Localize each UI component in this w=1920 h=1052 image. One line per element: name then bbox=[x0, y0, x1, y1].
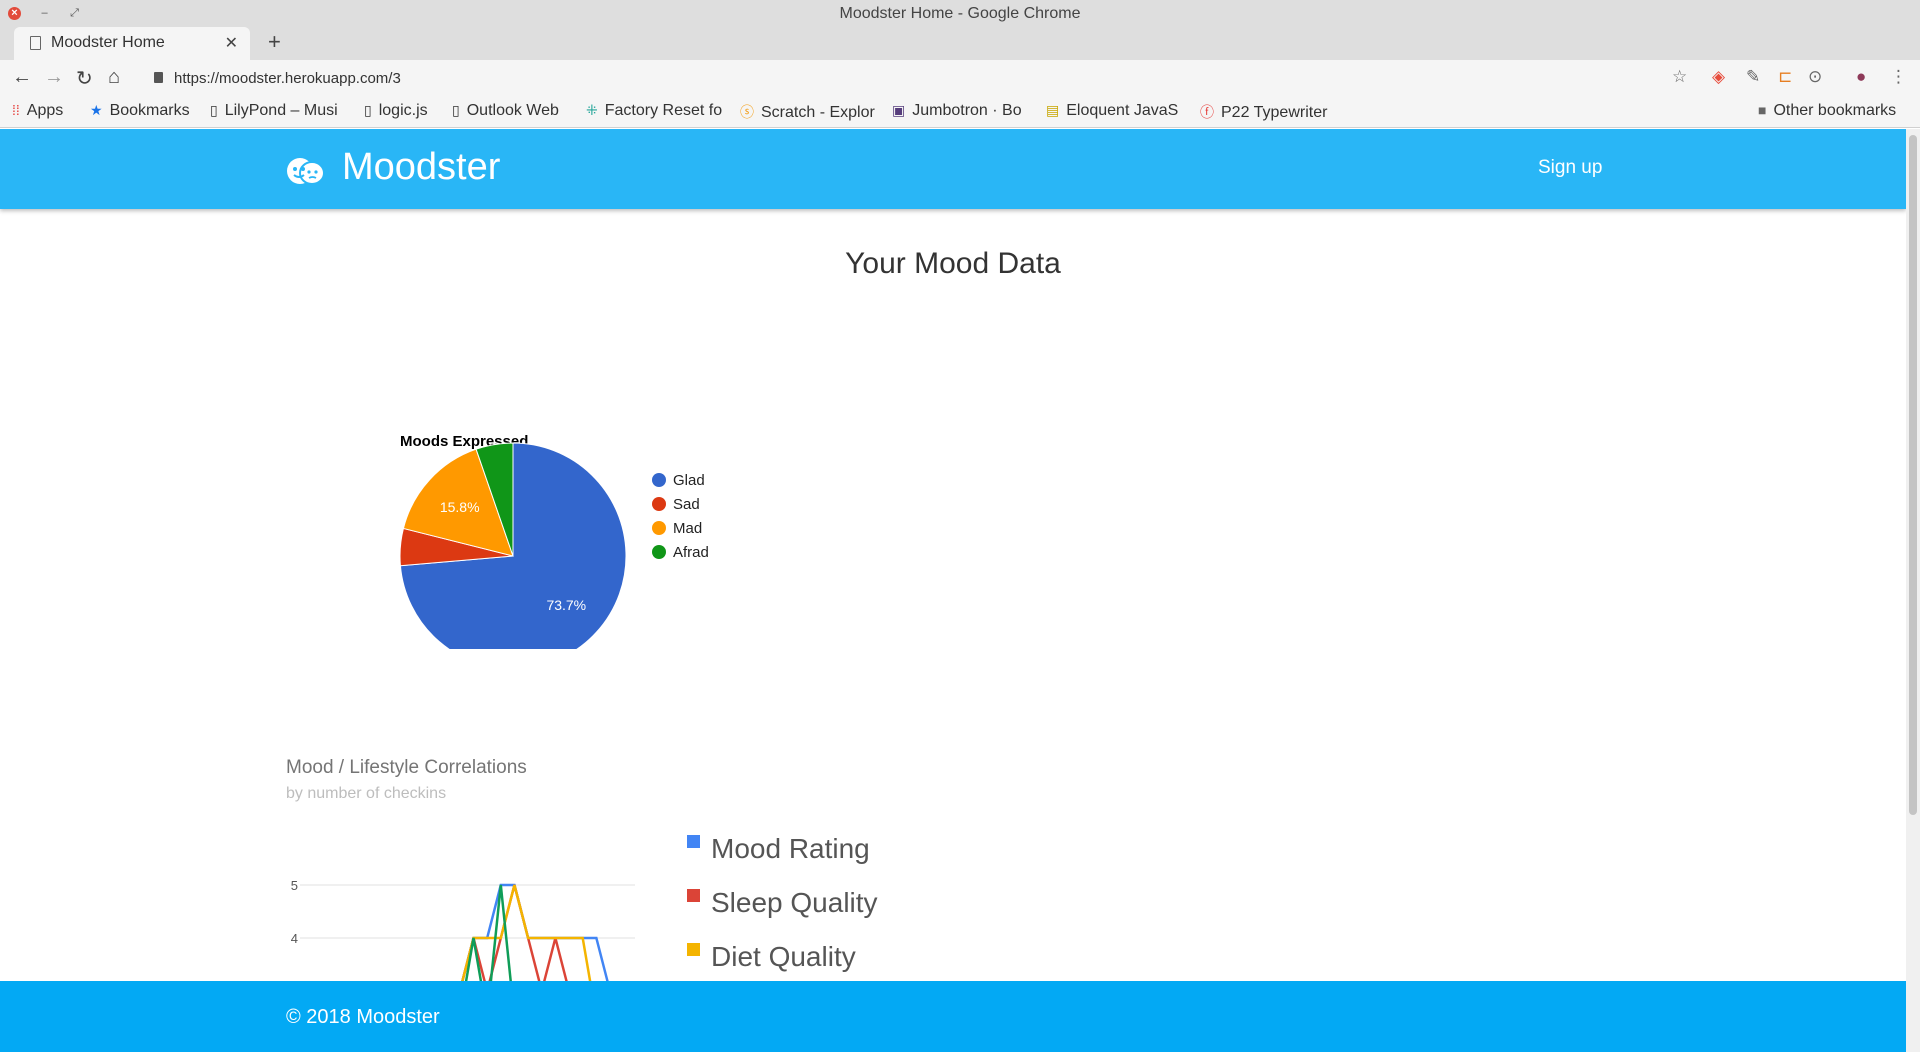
extension-icon[interactable]: ◈ bbox=[1712, 67, 1725, 87]
bookmark-apps[interactable]: ⁞⁞ Apps bbox=[12, 102, 76, 120]
back-icon[interactable]: ← bbox=[12, 66, 32, 89]
legend-marker bbox=[652, 473, 666, 487]
moods-pie-chart: Moods Expressed 73.7% 15.8% Glad Sad Mad Afrad bbox=[380, 349, 830, 670]
pie-slice-label: 15.8% bbox=[440, 499, 480, 515]
page-icon: ▯ bbox=[364, 102, 372, 118]
legend-label[interactable]: Sleep Quality bbox=[711, 887, 878, 918]
page-icon bbox=[30, 36, 41, 50]
scrollbar-thumb[interactable] bbox=[1909, 135, 1917, 815]
page-title: Your Mood Data bbox=[845, 247, 1061, 280]
bookmark-other[interactable]: ■ Other bookmarks bbox=[1758, 102, 1918, 120]
menu-kebab-icon[interactable]: ⋮ bbox=[1890, 67, 1907, 87]
page-scrollbar[interactable] bbox=[1906, 129, 1920, 1052]
window-titlebar: × – ⤢ Moodster Home - Google Chrome bbox=[0, 0, 1920, 27]
bootstrap-icon: ▣ bbox=[892, 102, 906, 118]
forward-icon[interactable]: → bbox=[44, 66, 64, 89]
legend-label-mad[interactable]: Mad bbox=[673, 520, 702, 537]
apps-grid-icon: ⁞⁞ bbox=[12, 102, 20, 118]
legend-label-glad[interactable]: Glad bbox=[673, 472, 705, 489]
bookmark-logicjs[interactable]: ▯ logic.js bbox=[364, 102, 444, 120]
lock-icon bbox=[154, 72, 163, 83]
correlations-title: Mood / Lifestyle Correlations bbox=[286, 757, 527, 778]
bookmark-scratch[interactable]: ⓢ Scratch - Explor bbox=[740, 102, 876, 122]
bookmark-lilypond[interactable]: ▯ LilyPond – Musi bbox=[210, 102, 344, 120]
browser-toolbar: ← → ↻ ⌂ https://moodster.herokuapp.com/3… bbox=[0, 60, 1920, 98]
bookmark-bookmarks[interactable]: ★ Bookmarks bbox=[90, 102, 202, 120]
bookmark-jumbotron[interactable]: ▣ Jumbotron · Bo bbox=[892, 102, 1028, 120]
brand-title[interactable]: Moodster bbox=[342, 146, 500, 189]
legend-marker bbox=[652, 497, 666, 511]
legend-marker bbox=[652, 521, 666, 535]
ejs-icon: ▤ bbox=[1046, 102, 1060, 118]
legend-label[interactable]: Diet Quality bbox=[711, 941, 856, 972]
page-icon: ▯ bbox=[210, 102, 218, 118]
folder-icon: ■ bbox=[1758, 102, 1767, 118]
close-tab-icon[interactable]: ✕ bbox=[225, 33, 238, 53]
moodster-logo-icon bbox=[287, 158, 325, 185]
tab-moodster-home[interactable]: Moodster Home ✕ bbox=[14, 27, 250, 60]
url-text: https://moodster.herokuapp.com/3 bbox=[174, 70, 401, 87]
new-tab-button[interactable]: + bbox=[268, 29, 281, 55]
scratch-icon: ⓢ bbox=[740, 104, 754, 120]
extension-icon[interactable]: ⊏ bbox=[1778, 67, 1792, 87]
extension-icon[interactable]: ⊙ bbox=[1808, 67, 1822, 87]
page-viewport: Moodster Sign up Your Mood Data Moods Ex… bbox=[0, 129, 1906, 1052]
pie-slice-label: 73.7% bbox=[546, 597, 586, 613]
legend-label-afrad[interactable]: Afrad bbox=[673, 544, 709, 561]
legend-marker bbox=[687, 889, 700, 902]
legend-marker bbox=[652, 545, 666, 559]
bookmark-p22-typewriter[interactable]: ⓕ P22 Typewriter bbox=[1200, 102, 1340, 122]
app-header: Moodster Sign up bbox=[0, 129, 1906, 209]
legend-label-sad[interactable]: Sad bbox=[673, 496, 700, 513]
font-icon: ⓕ bbox=[1200, 104, 1214, 120]
bookmark-factory-reset[interactable]: ⁜ Factory Reset fo bbox=[586, 102, 722, 120]
star-icon: ★ bbox=[90, 102, 103, 118]
signup-link[interactable]: Sign up bbox=[1538, 157, 1602, 179]
window-title: Moodster Home - Google Chrome bbox=[839, 5, 1081, 22]
profile-avatar-icon[interactable]: ● bbox=[1856, 67, 1866, 87]
y-tick-label: 4 bbox=[291, 931, 298, 946]
home-icon[interactable]: ⌂ bbox=[108, 66, 120, 89]
footer-copyright: © 2018 Moodster bbox=[286, 1006, 440, 1028]
y-tick-label: 5 bbox=[291, 878, 298, 893]
page-icon: ▯ bbox=[452, 102, 460, 118]
bookmarks-bar: ⁞⁞ Apps ★ Bookmarks ▯ LilyPond – Musi ▯ logi… bbox=[0, 98, 1920, 128]
legend-marker bbox=[687, 943, 700, 956]
legend-label[interactable]: Mood Rating bbox=[711, 833, 870, 864]
pie-chart-svg: Moods Expressed73.7%15.8%GladSadMadAfrad bbox=[399, 433, 709, 670]
tab-title: Moodster Home bbox=[51, 34, 165, 51]
bookmark-outlook[interactable]: ▯ Outlook Web bbox=[452, 102, 572, 120]
address-bar[interactable]: https://moodster.herokuapp.com/3 bbox=[142, 64, 1682, 94]
bookmark-eloquent-js[interactable]: ▤ Eloquent JavaS bbox=[1046, 102, 1182, 120]
correlations-subtitle: by number of checkins bbox=[286, 785, 447, 802]
tab-strip: Moodster Home ✕ + bbox=[0, 27, 1920, 60]
reload-icon[interactable]: ↻ bbox=[76, 66, 93, 91]
dots-icon: ⁜ bbox=[586, 102, 598, 118]
legend-marker bbox=[687, 835, 700, 848]
extension-icon[interactable]: ✎ bbox=[1746, 67, 1760, 87]
bookmark-star-icon[interactable]: ☆ bbox=[1672, 67, 1687, 87]
page-footer: © 2018 Moodster bbox=[0, 981, 1906, 1052]
